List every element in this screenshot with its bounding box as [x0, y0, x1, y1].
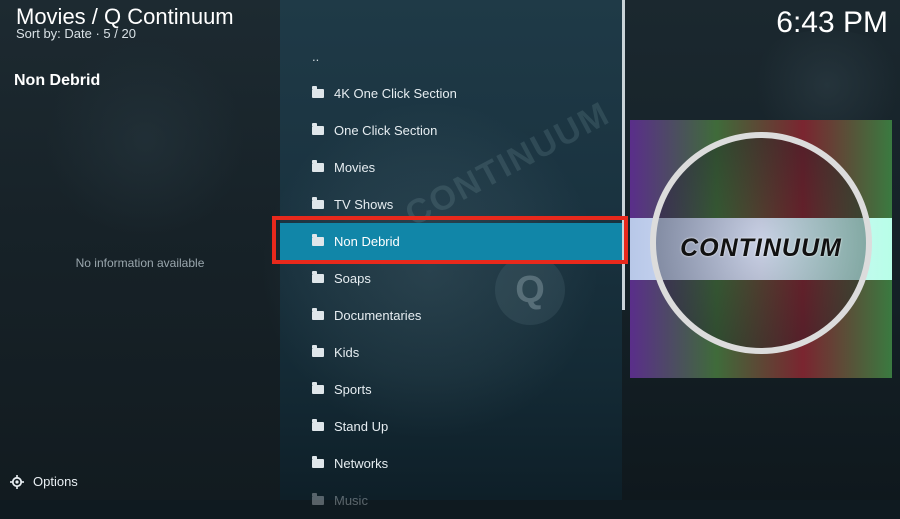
- folder-icon: [312, 271, 324, 283]
- list-item-label: TV Shows: [334, 197, 394, 212]
- list-item[interactable]: Sports: [280, 371, 622, 408]
- folder-icon: [312, 419, 324, 431]
- list-item-label: One Click Section: [334, 123, 438, 138]
- list-item-label: 4K One Click Section: [334, 86, 457, 101]
- folder-icon: [312, 86, 324, 98]
- list-item[interactable]: Soaps: [280, 260, 622, 297]
- list-item-label: Documentaries: [334, 308, 422, 323]
- selected-item-title: Non Debrid: [14, 72, 101, 89]
- folder-icon: [312, 197, 324, 209]
- options-button[interactable]: Options: [10, 474, 78, 489]
- list-item[interactable]: Movies: [280, 149, 622, 186]
- list-item-label: Kids: [334, 345, 360, 360]
- list-item-label: ..: [312, 49, 320, 64]
- folder-icon: [312, 308, 324, 320]
- options-label: Options: [33, 474, 78, 489]
- list-item[interactable]: Documentaries: [280, 297, 622, 334]
- list-item-label: Sports: [334, 382, 372, 397]
- annotation-highlight-box: [272, 216, 628, 264]
- list-item-label: Soaps: [334, 271, 371, 286]
- list-item-parent[interactable]: ..: [280, 38, 622, 75]
- addon-artwork: CONTINUUM: [630, 120, 892, 378]
- list-item-label: Music: [334, 493, 368, 508]
- sort-info[interactable]: Sort by: Date · 5 / 20: [16, 26, 136, 41]
- folder-icon: [312, 382, 324, 394]
- folder-icon: [312, 160, 324, 172]
- info-text: No information available: [75, 256, 205, 270]
- folder-icon: [312, 456, 324, 468]
- list-item[interactable]: One Click Section: [280, 112, 622, 149]
- folder-list: .. 4K One Click Section One Click Sectio…: [280, 38, 622, 519]
- list-item[interactable]: Kids: [280, 334, 622, 371]
- artwork-logo-text: CONTINUUM: [680, 234, 842, 262]
- folder-icon: [312, 123, 324, 135]
- folder-icon: [312, 493, 324, 505]
- list-item-label: Stand Up: [334, 419, 389, 434]
- folder-icon: [312, 345, 324, 357]
- list-item-label: Movies: [334, 160, 376, 175]
- gear-icon: [10, 474, 24, 489]
- list-item[interactable]: Music: [280, 482, 622, 519]
- list-item-label: Networks: [334, 456, 389, 471]
- clock: 6:43 PM: [776, 6, 888, 39]
- list-item[interactable]: 4K One Click Section: [280, 75, 622, 112]
- list-item[interactable]: Stand Up: [280, 408, 622, 445]
- list-item[interactable]: Networks: [280, 445, 622, 482]
